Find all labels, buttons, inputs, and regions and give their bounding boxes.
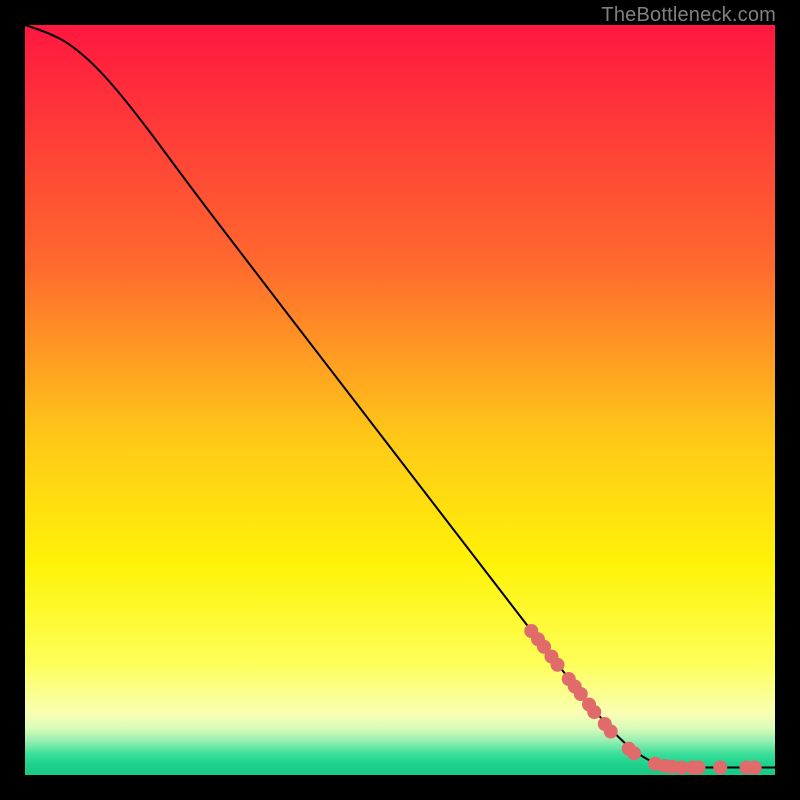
scatter-point — [587, 705, 601, 719]
chart-plot-area — [25, 25, 775, 775]
scatter-point — [551, 658, 565, 672]
scatter-point — [627, 746, 641, 760]
scatter-point — [748, 761, 762, 775]
chart-background — [25, 25, 775, 775]
watermark-label: TheBottleneck.com — [601, 4, 776, 27]
scatter-point — [604, 725, 618, 739]
chart-svg — [25, 25, 775, 775]
scatter-point — [713, 761, 727, 775]
scatter-point — [692, 761, 706, 775]
chart-frame: TheBottleneck.com — [0, 0, 800, 800]
